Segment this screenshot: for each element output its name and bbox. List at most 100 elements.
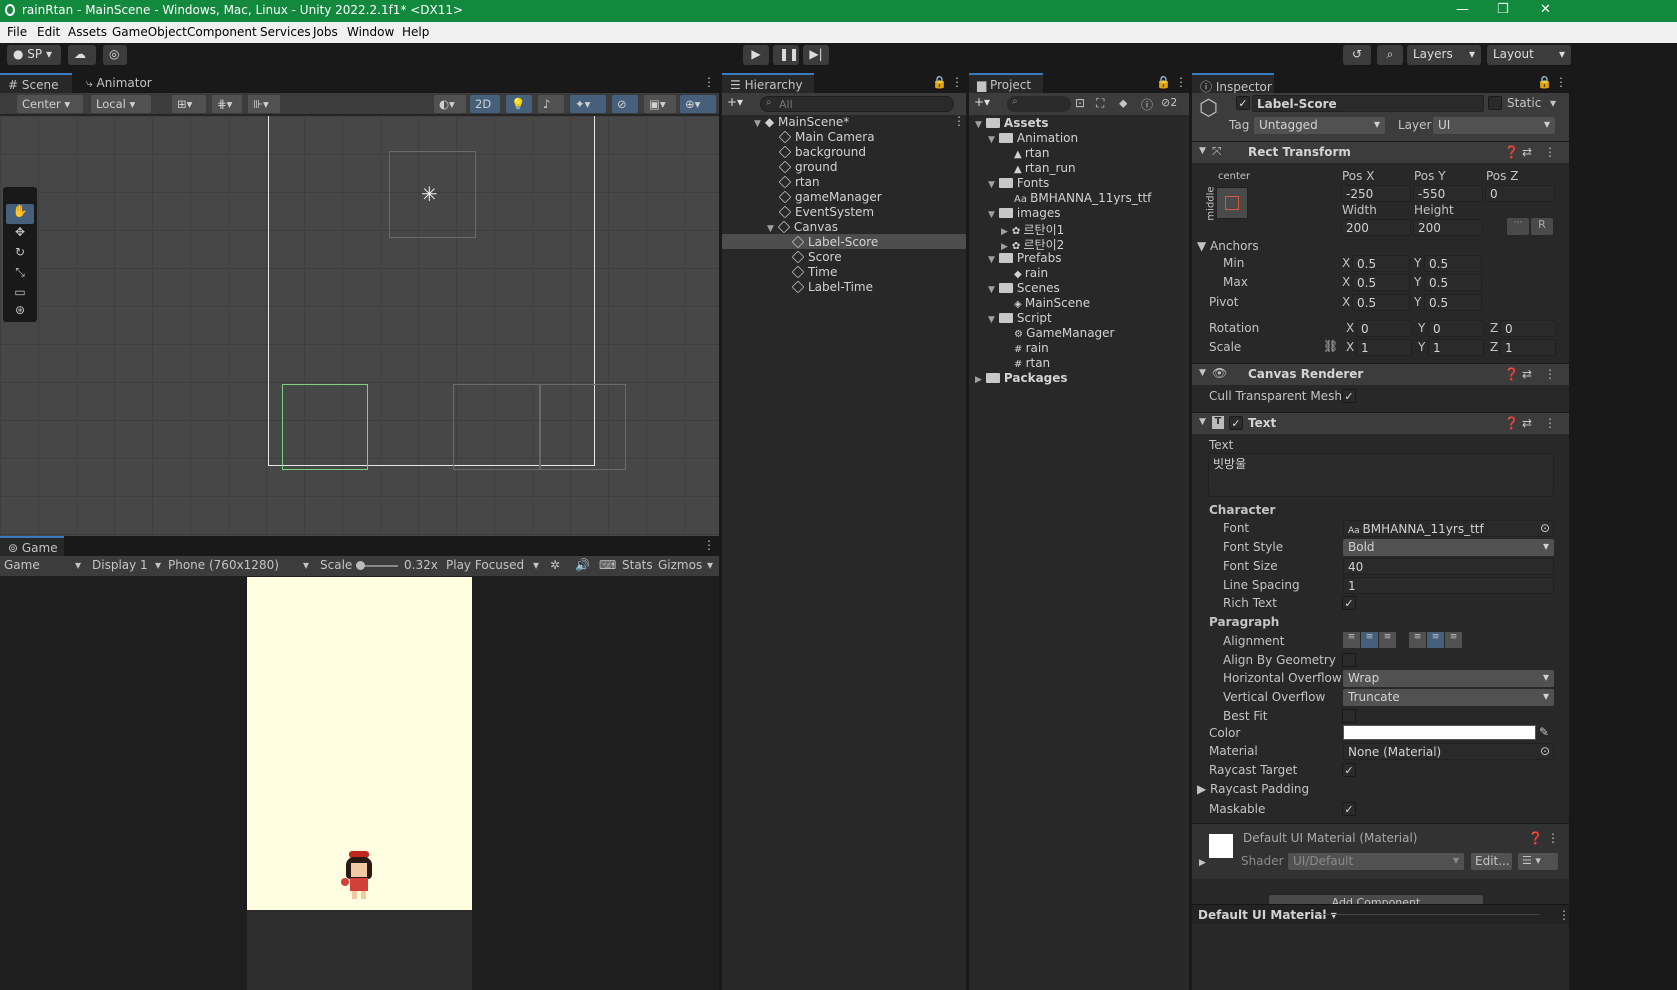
project-item-anim[interactable]: ▲ rtan_run — [1001, 161, 1076, 175]
step-button[interactable]: ▶| — [803, 45, 829, 65]
inspector-lock-icon[interactable]: 🔒 — [1537, 75, 1552, 89]
font-style-dropdown[interactable]: Bold — [1343, 539, 1554, 556]
rot-y-input[interactable]: 0 — [1428, 320, 1484, 337]
rich-text-checkbox[interactable]: ✓ — [1342, 596, 1356, 610]
pivot-y-input[interactable]: 0.5 — [1424, 294, 1482, 311]
layout-dropdown[interactable]: Layout ▾ — [1487, 45, 1571, 65]
search-icon[interactable]: ⌕ — [1377, 45, 1403, 65]
visibility-icon[interactable]: ⊘ — [612, 95, 638, 113]
collapse-arrow-icon[interactable]: ▼ — [1199, 146, 1206, 156]
material-object-field[interactable]: None (Material) ⊙ — [1343, 743, 1554, 760]
project-item-font[interactable]: Aa BMHANNA_11yrs_ttf — [1001, 191, 1151, 205]
keyboard-icon[interactable]: ⌨ — [599, 558, 616, 572]
help-icon[interactable]: ❓ — [1504, 145, 1519, 159]
camera-icon[interactable]: ▣▾ — [644, 95, 676, 113]
scale-slider[interactable] — [356, 561, 398, 570]
cull-transparent-checkbox[interactable]: ✓ — [1342, 389, 1356, 403]
expand-arrow-icon[interactable]: ▼ — [988, 315, 995, 325]
component-menu-icon[interactable]: ⋮ — [1544, 145, 1556, 159]
align-top-icon[interactable]: ≡ — [1409, 632, 1426, 648]
tab-scene[interactable]: # Scene — [0, 73, 72, 93]
increment-snap-icon[interactable]: ⊪▾ — [248, 95, 280, 113]
text-component-header[interactable]: ▼ T ✓ Text ❓ ⇄ ⋮ — [1192, 412, 1569, 434]
tab-animator[interactable]: ⤷ Animator — [78, 73, 158, 93]
draw-mode-icon[interactable]: ◐▾ — [434, 95, 466, 113]
project-item-script[interactable]: # rtan — [1001, 356, 1050, 370]
align-left-icon[interactable]: ≡ — [1343, 632, 1360, 648]
align-geometry-checkbox[interactable] — [1342, 653, 1356, 667]
game-viewport[interactable] — [247, 577, 472, 910]
rect-tool-icon[interactable]: ▭ — [6, 285, 34, 305]
help-icon[interactable]: ❓ — [1504, 416, 1519, 430]
constrain-proportions-icon[interactable]: ⛓ — [1323, 339, 1338, 353]
menu-component[interactable]: Component — [187, 25, 257, 39]
anchors-foldout[interactable]: ▼ Anchors — [1197, 239, 1259, 253]
mode-2d-button[interactable]: 2D — [470, 95, 500, 113]
presets-icon[interactable]: ⇄ — [1522, 145, 1532, 159]
object-picker-icon[interactable]: ⊙ — [1540, 521, 1550, 535]
menu-edit[interactable]: Edit — [37, 25, 60, 39]
project-menu-icon[interactable]: ⋮ — [1175, 75, 1187, 89]
preview-title[interactable]: Default UI Material ▾ — [1198, 908, 1337, 922]
hierarchy-item-gamemanager[interactable]: gameManager — [778, 190, 882, 204]
pivot-dropdown[interactable]: Center ▾ — [17, 95, 83, 113]
project-item-folder[interactable]: ▼ Animation — [988, 131, 1078, 145]
gizmos-icon[interactable]: ⊕▾ — [680, 95, 716, 113]
canvas-renderer-header[interactable]: ▼ 👁 Canvas Renderer ❓ ⇄ ⋮ — [1192, 363, 1569, 385]
project-item-folder[interactable]: ▼ images — [988, 206, 1061, 220]
project-item-folder[interactable]: ▼ Script — [988, 311, 1052, 325]
project-item-gear[interactable]: ⚙ GameManager — [1001, 326, 1114, 340]
menu-help[interactable]: Help — [402, 25, 429, 39]
raycast-target-checkbox[interactable]: ✓ — [1342, 763, 1356, 777]
mute-audio-icon[interactable]: 🔊 — [575, 558, 590, 572]
game-view-dropdown[interactable]: Game ▾ — [4, 558, 84, 572]
cloud-icon[interactable]: ☁ — [68, 45, 96, 65]
expand-arrow-icon[interactable]: ▼ — [767, 224, 774, 234]
object-name-input[interactable]: Label-Score — [1252, 95, 1484, 112]
min-y-input[interactable]: 0.5 — [1424, 255, 1482, 272]
hidden-packages-icon[interactable]: ⊘2 — [1161, 96, 1177, 109]
layer-dropdown[interactable]: UI — [1433, 117, 1555, 134]
project-item-folder[interactable]: ▼ Prefabs — [988, 251, 1061, 265]
scale-z-input[interactable]: 1 — [1500, 339, 1556, 356]
hierarchy-item-score[interactable]: Score — [791, 250, 842, 264]
help-icon[interactable]: ❓ — [1528, 831, 1543, 845]
project-item-prefab[interactable]: ◆ rain — [1001, 266, 1048, 280]
game-menu-icon[interactable]: ⋮ — [703, 538, 715, 552]
project-item-script[interactable]: # rain — [1001, 341, 1049, 355]
expand-arrow-icon[interactable]: ▼ — [988, 180, 995, 190]
tab-hierarchy[interactable]: ☰ Hierarchy — [722, 73, 814, 93]
hierarchy-item-label-score[interactable]: Label-Score — [791, 235, 878, 249]
menu-assets[interactable]: Assets — [68, 25, 107, 39]
rot-x-input[interactable]: 0 — [1356, 320, 1412, 337]
anchor-presets-button[interactable] — [1216, 187, 1248, 219]
transform-tool-icon[interactable]: ⊛ — [6, 303, 34, 321]
scene-menu-icon[interactable]: ⋮ — [703, 75, 715, 89]
history-icon[interactable]: ↺ — [1343, 45, 1371, 65]
hierarchy-item-label-time[interactable]: Label-Time — [791, 280, 873, 294]
hierarchy-item-main-camera[interactable]: Main Camera — [778, 130, 875, 144]
hand-tool-icon[interactable]: ✋ — [6, 204, 34, 224]
audio-icon[interactable]: ♪ — [538, 95, 564, 113]
gizmos-dropdown[interactable]: Gizmos ▾ — [658, 558, 716, 572]
menu-gameobject[interactable]: GameObject — [112, 25, 187, 39]
expand-arrow-icon[interactable]: ▼ — [988, 135, 995, 145]
expand-arrow-icon[interactable]: ▶ — [975, 375, 982, 385]
maximize-button[interactable]: ❐ — [1497, 2, 1509, 17]
effects-icon[interactable]: ✦▾ — [570, 95, 606, 113]
minimize-button[interactable]: — — [1456, 2, 1469, 17]
max-x-input[interactable]: 0.5 — [1352, 274, 1410, 291]
menu-jobs[interactable]: Jobs — [313, 25, 338, 39]
collapse-arrow-icon[interactable]: ▼ — [1199, 417, 1206, 427]
pos-x-input[interactable]: -250 — [1341, 185, 1411, 202]
project-item-anim[interactable]: ▲ rtan — [1001, 146, 1049, 160]
close-button[interactable]: ✕ — [1540, 2, 1551, 17]
object-picker-icon[interactable]: ⊙ — [1540, 744, 1550, 758]
component-menu-icon[interactable]: ⋮ — [1544, 416, 1556, 430]
project-item-folder[interactable]: ▼ Scenes — [988, 281, 1060, 295]
raw-edit-button[interactable]: R — [1531, 218, 1553, 235]
search-by-label-icon[interactable]: ⛶ — [1096, 96, 1104, 111]
width-input[interactable]: 200 — [1341, 219, 1411, 236]
menu-services[interactable]: Services — [260, 25, 311, 39]
active-checkbox[interactable]: ✓ — [1236, 96, 1250, 110]
